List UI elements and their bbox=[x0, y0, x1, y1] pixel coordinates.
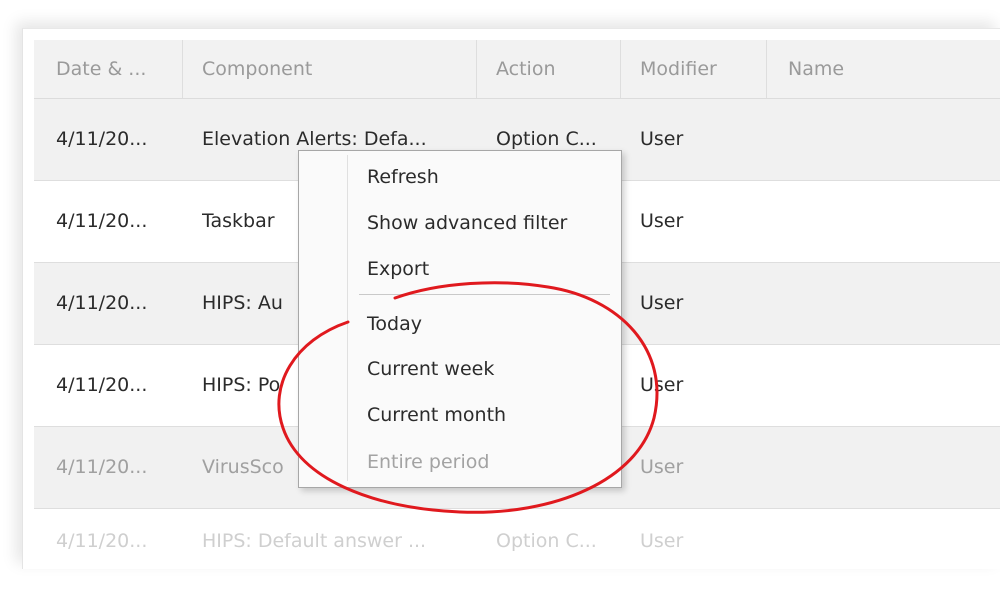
context-menu: Refresh Show advanced filter Export Toda… bbox=[298, 150, 622, 488]
menu-item-export[interactable]: Export bbox=[367, 258, 429, 280]
cell-date: 4/11/20... bbox=[56, 374, 148, 396]
cell-action: Option C... bbox=[496, 530, 597, 552]
menu-item-entire-period: Entire period bbox=[367, 451, 490, 473]
cell-modifier: User bbox=[640, 128, 684, 150]
cell-date: 4/11/20... bbox=[56, 292, 148, 314]
menu-item-show-advanced-filter[interactable]: Show advanced filter bbox=[367, 212, 567, 234]
column-divider[interactable] bbox=[620, 40, 621, 98]
cell-date: 4/11/20... bbox=[56, 456, 148, 478]
menu-icon-gutter bbox=[347, 155, 348, 481]
column-header-date[interactable]: Date & ... bbox=[56, 40, 146, 98]
column-header-action[interactable]: Action bbox=[496, 40, 556, 98]
column-divider[interactable] bbox=[476, 40, 477, 98]
column-header-component[interactable]: Component bbox=[202, 40, 312, 98]
cell-modifier: User bbox=[640, 374, 684, 396]
menu-item-current-month[interactable]: Current month bbox=[367, 404, 506, 426]
cell-component: HIPS: Default answer ... bbox=[202, 530, 427, 552]
cell-modifier: User bbox=[640, 530, 684, 552]
table-row[interactable]: 4/11/20... HIPS: Default answer ... Opti… bbox=[34, 509, 1000, 555]
cell-date: 4/11/20... bbox=[56, 128, 148, 150]
cell-date: 4/11/20... bbox=[56, 210, 148, 232]
menu-separator bbox=[359, 294, 610, 295]
table-header: Date & ... Component Action Modifier Nam… bbox=[34, 40, 1000, 99]
cell-modifier: User bbox=[640, 210, 684, 232]
cell-modifier: User bbox=[640, 456, 684, 478]
column-divider[interactable] bbox=[766, 40, 767, 98]
menu-item-current-week[interactable]: Current week bbox=[367, 358, 494, 380]
column-header-modifier[interactable]: Modifier bbox=[640, 40, 717, 98]
cell-modifier: User bbox=[640, 292, 684, 314]
menu-item-today[interactable]: Today bbox=[367, 313, 422, 335]
column-divider[interactable] bbox=[182, 40, 183, 98]
column-header-name[interactable]: Name bbox=[788, 40, 844, 98]
cell-date: 4/11/20... bbox=[56, 530, 148, 552]
menu-item-refresh[interactable]: Refresh bbox=[367, 166, 439, 188]
